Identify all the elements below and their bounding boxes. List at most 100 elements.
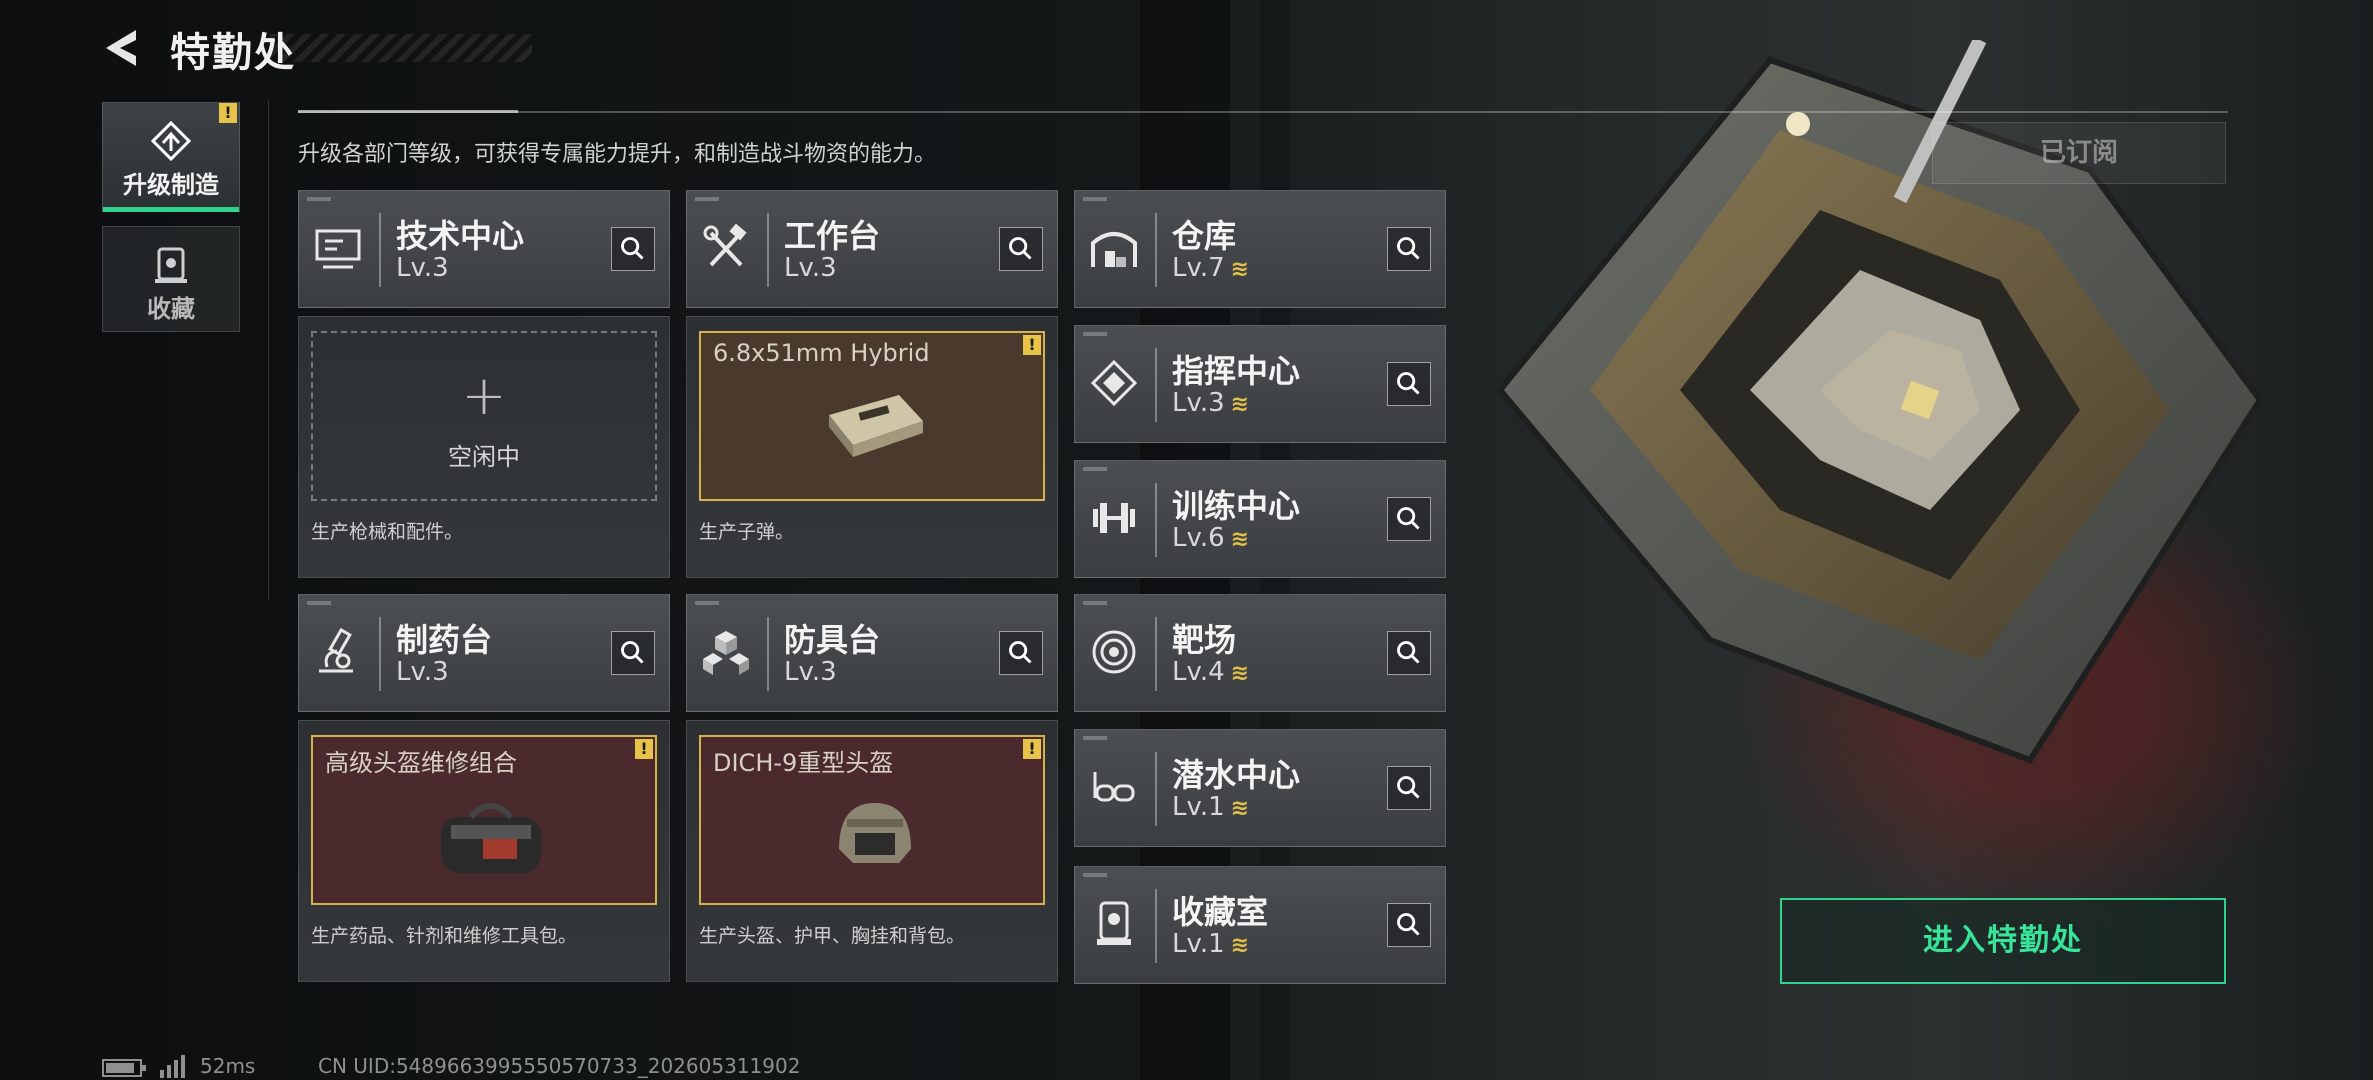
facility-name: 指挥中心 [1172, 352, 1301, 390]
facility-level: Lv.3 [784, 657, 837, 687]
subscribed-button[interactable]: 已订阅 [1932, 122, 2226, 184]
facility-level: Lv.3 [784, 253, 837, 283]
production-panel-armor-bench: DICH-9重型头盔 ! 生产头盔、护甲、胸挂和背包。 [686, 720, 1058, 982]
facility-name: 技术中心 [396, 217, 525, 255]
upgrade-available-icon: ≋ [1230, 933, 1250, 958]
production-slot-active[interactable]: 高级头盔维修组合 ! [311, 735, 657, 905]
level-text: Lv.3 [784, 657, 837, 687]
search-icon[interactable] [1387, 766, 1431, 810]
upgrade-available-icon: ≋ [1230, 661, 1250, 686]
card-divider [1155, 348, 1157, 422]
facility-name: 制药台 [396, 621, 493, 659]
facility-card-diving-center[interactable]: 潜水中心 Lv.1 ≋ [1074, 729, 1446, 847]
card-tag [1083, 197, 1107, 201]
helmet-icon [839, 803, 911, 863]
facility-level: Lv.4 ≋ [1172, 657, 1249, 687]
ammo-box-icon [829, 395, 923, 457]
workbench-description: 生产药品、针剂和维修工具包。 [311, 925, 578, 947]
production-slot-active[interactable]: DICH-9重型头盔 ! [699, 735, 1045, 905]
level-text: Lv.3 [396, 253, 449, 283]
level-text: Lv.3 [1172, 388, 1225, 418]
header-rule-highlight [298, 110, 518, 113]
search-icon[interactable] [1387, 903, 1431, 947]
page-description: 升级各部门等级，可获得专属能力提升，和制造战斗物资的能力。 [298, 142, 937, 167]
slot-status: 空闲中 [448, 443, 520, 471]
hammer-wrench-icon [703, 223, 747, 267]
card-divider [1155, 889, 1157, 963]
chip-icon [1090, 359, 1138, 407]
facility-name: 潜水中心 [1172, 756, 1301, 794]
goggles-icon [1093, 772, 1135, 802]
upgrade-available-icon: ≋ [1230, 527, 1250, 552]
search-icon[interactable] [611, 631, 655, 675]
header-rule [298, 111, 2228, 113]
level-text: Lv.7 [1172, 253, 1225, 283]
search-icon[interactable] [999, 227, 1043, 271]
workbench-description: 生产头盔、护甲、胸挂和背包。 [699, 925, 966, 947]
card-tag [307, 601, 331, 605]
facility-card-pharmacy[interactable]: 制药台 Lv.3 [298, 594, 670, 712]
production-panel-tech-center: + 空闲中 生产枪械和配件。 [298, 316, 670, 578]
enter-special-ops-button[interactable]: 进入特勤处 [1780, 898, 2226, 984]
back-arrow-icon[interactable] [102, 28, 142, 68]
card-tag [1083, 467, 1107, 471]
level-text: Lv.6 [1172, 523, 1225, 553]
card-tag [695, 601, 719, 605]
facility-name: 训练中心 [1172, 487, 1301, 525]
plus-icon: + [461, 364, 507, 427]
facility-level: Lv.1 ≋ [1172, 792, 1249, 822]
card-tag [1083, 873, 1107, 877]
facility-card-command-center[interactable]: 指挥中心 Lv.3 ≋ [1074, 325, 1446, 443]
upgrade-available-icon: ≋ [1230, 257, 1250, 282]
cubes-icon [703, 631, 749, 675]
facility-card-warehouse[interactable]: 仓库 Lv.7 ≋ [1074, 190, 1446, 308]
card-divider [1155, 213, 1157, 287]
card-tag [307, 197, 331, 201]
repair-bag-icon [441, 803, 541, 873]
upgrade-available-icon: ≋ [1230, 796, 1250, 821]
facility-card-armor-bench[interactable]: 防具台 Lv.3 [686, 594, 1058, 712]
card-tag [695, 197, 719, 201]
search-icon[interactable] [1387, 497, 1431, 541]
level-text: Lv.1 [1172, 792, 1225, 822]
card-divider [379, 213, 381, 287]
workbench-description: 生产子弹。 [699, 521, 795, 543]
microscope-icon [319, 627, 353, 673]
facility-level: Lv.6 ≋ [1172, 523, 1249, 553]
search-icon[interactable] [1387, 631, 1431, 675]
level-text: Lv.3 [784, 253, 837, 283]
card-divider [1155, 617, 1157, 691]
search-icon[interactable] [1387, 362, 1431, 406]
search-icon[interactable] [999, 631, 1043, 675]
card-divider [767, 213, 769, 287]
facility-level: Lv.3 [396, 253, 449, 283]
special-ops-cube-illustration [1496, 40, 2264, 764]
search-icon[interactable] [611, 227, 655, 271]
facility-card-shooting-range[interactable]: 靶场 Lv.4 ≋ [1074, 594, 1446, 712]
card-tag [1083, 601, 1107, 605]
warning-badge: ! [1023, 335, 1041, 355]
production-slot-empty[interactable]: + 空闲中 [311, 331, 657, 501]
card-divider [1155, 752, 1157, 826]
collection-icon [155, 247, 187, 283]
ping-display: 52ms [200, 1054, 256, 1078]
production-slot-active[interactable]: 6.8x51mm Hybrid ! [699, 331, 1045, 501]
facility-card-training-center[interactable]: 训练中心 Lv.6 ≋ [1074, 460, 1446, 578]
battery-icon [102, 1059, 146, 1077]
search-icon[interactable] [1387, 227, 1431, 271]
tab-label: 升级制造 [123, 171, 219, 199]
facility-card-workbench[interactable]: 工作台 Lv.3 [686, 190, 1058, 308]
facility-level: Lv.1 ≋ [1172, 929, 1249, 959]
level-text: Lv.1 [1172, 929, 1225, 959]
facility-name: 防具台 [784, 621, 881, 659]
tab-upgrade-manufacture[interactable]: 升级制造 ! [102, 102, 240, 212]
level-text: Lv.3 [396, 657, 449, 687]
active-tab-indicator [103, 207, 239, 212]
tab-collection[interactable]: 收藏 [102, 226, 240, 332]
title-decoration [270, 34, 532, 62]
facility-card-tech-center[interactable]: 技术中心 Lv.3 [298, 190, 670, 308]
signal-icon [160, 1055, 185, 1078]
dumbbell-icon [1093, 503, 1135, 533]
facility-card-collection-room[interactable]: 收藏室 Lv.1 ≋ [1074, 866, 1446, 984]
warning-badge: ! [1023, 739, 1041, 759]
